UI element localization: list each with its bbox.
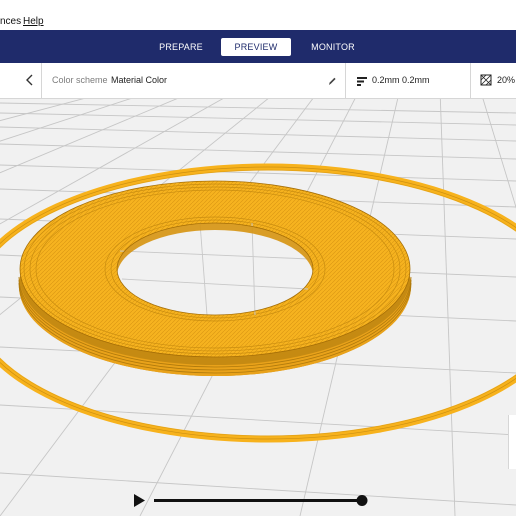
preview-viewport[interactable] [0, 99, 516, 516]
edit-pencil-icon[interactable] [327, 74, 337, 86]
tab-preview[interactable]: PREVIEW [221, 38, 291, 56]
color-scheme-label: Color scheme [52, 75, 108, 85]
layer-height-value[interactable]: 0.2mm 0.2mm [372, 74, 430, 86]
view-toolbar: Color scheme Material Color 0.2mm 0.2mm … [0, 63, 516, 99]
tab-monitor[interactable]: MONITOR [303, 38, 363, 56]
viewport-canvas[interactable] [0, 99, 516, 516]
layer-height-icon [356, 74, 368, 86]
menu-bar: nces Help [0, 0, 516, 30]
tab-prepare[interactable]: PREPARE [152, 38, 210, 56]
infill-value[interactable]: 20% [497, 74, 515, 86]
toolbar-divider [345, 63, 346, 98]
menu-help[interactable]: Help [23, 16, 44, 28]
back-chevron-icon[interactable] [24, 73, 36, 87]
menu-preferences[interactable]: nces [0, 16, 21, 28]
toolbar-divider [470, 63, 471, 98]
stage-bar: PREPARE PREVIEW MONITOR [0, 30, 516, 63]
side-panel-edge [508, 415, 516, 469]
color-scheme-dropdown[interactable]: Material Color [111, 74, 167, 86]
layer-slider-track[interactable] [154, 499, 363, 502]
printed-ring-model [18, 180, 412, 376]
infill-icon [480, 73, 492, 86]
toolbar-divider [41, 63, 42, 98]
layer-slider-handle[interactable] [356, 495, 368, 506]
